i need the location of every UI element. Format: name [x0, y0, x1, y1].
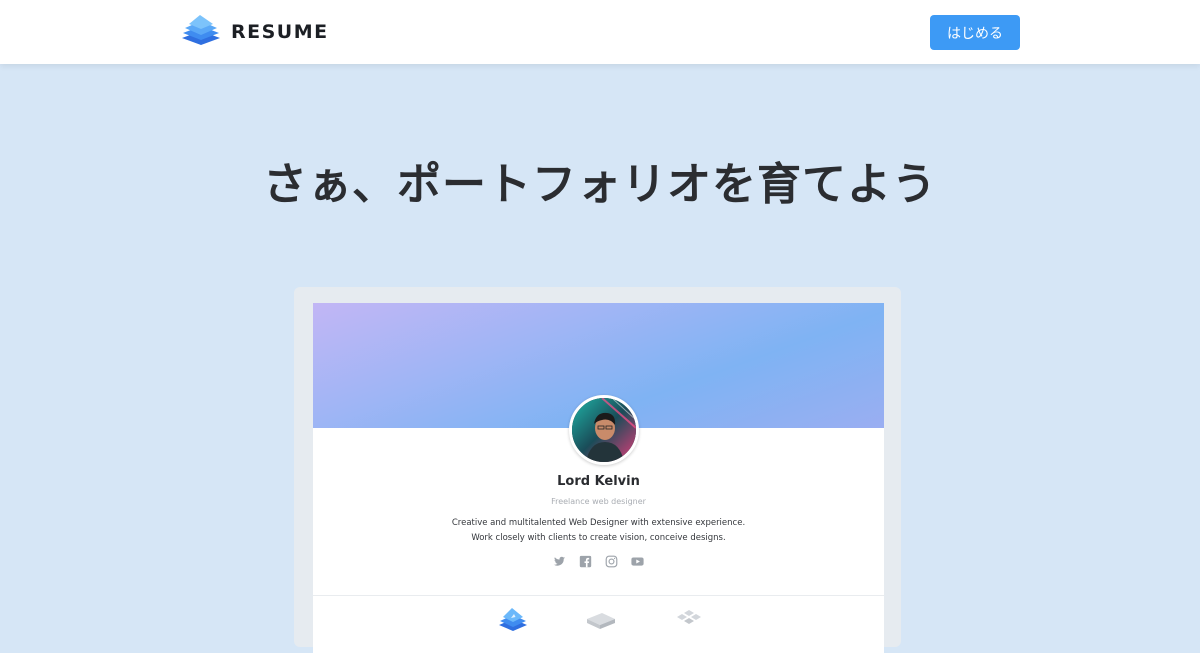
youtube-icon[interactable] [631, 555, 644, 568]
book-tab-icon[interactable] [585, 605, 617, 635]
profile-name: Lord Kelvin [557, 474, 640, 489]
grid-tab-icon[interactable] [673, 605, 705, 635]
site-header: RESUME はじめる [0, 0, 1200, 64]
stacked-pages-tab-icon[interactable] [497, 605, 529, 635]
facebook-icon[interactable] [579, 555, 592, 568]
start-button[interactable]: はじめる [930, 15, 1020, 50]
preview-tabs [313, 603, 884, 643]
profile-role: Freelance web designer [551, 497, 646, 506]
preview-page: Lord Kelvin Freelance web designer Creat… [313, 303, 884, 653]
avatar-photo [572, 398, 636, 462]
profile-bio: Creative and multitalented Web Designer … [313, 516, 884, 546]
section-divider [313, 595, 884, 596]
stacked-pages-logo-icon [182, 15, 220, 45]
profile-bio-line: Creative and multitalented Web Designer … [451, 518, 746, 528]
portfolio-preview: Lord Kelvin Freelance web designer Creat… [294, 287, 901, 653]
hero-headline: さぁ、ポートフォリオを育てよう [262, 159, 938, 210]
twitter-icon[interactable] [553, 555, 566, 568]
social-links [313, 555, 884, 568]
logo-text: RESUME [231, 21, 329, 43]
avatar [569, 395, 639, 465]
site-logo[interactable]: RESUME [180, 14, 329, 50]
instagram-icon[interactable] [605, 555, 618, 568]
profile-bio-line: Work closely with clients to create visi… [471, 533, 726, 543]
